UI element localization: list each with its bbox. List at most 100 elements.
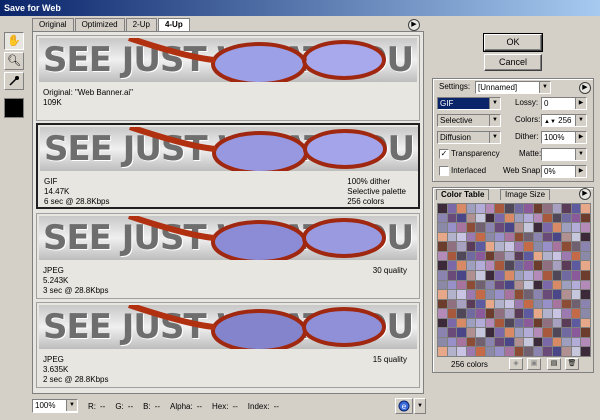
color-swatch[interactable] (504, 261, 514, 270)
color-swatch[interactable] (533, 328, 543, 337)
color-swatch[interactable] (571, 337, 581, 347)
color-swatch[interactable] (504, 204, 514, 213)
dither-algorithm-select[interactable]: Diffusion ▼ (437, 131, 501, 144)
color-swatch[interactable] (552, 328, 562, 337)
color-swatch[interactable] (533, 261, 543, 270)
color-swatch[interactable] (447, 223, 457, 232)
dither-field[interactable]: 100% ▶ (541, 131, 587, 144)
color-swatch[interactable] (457, 232, 466, 242)
color-swatch[interactable] (476, 213, 485, 223)
color-swatch[interactable] (457, 223, 466, 232)
color-swatch[interactable] (476, 280, 485, 290)
color-swatch[interactable] (524, 232, 533, 242)
color-swatch[interactable] (476, 318, 485, 328)
color-swatch[interactable] (485, 204, 495, 213)
color-swatch[interactable] (571, 242, 581, 251)
color-swatch[interactable] (504, 318, 514, 328)
color-swatch[interactable] (533, 223, 543, 232)
preview-pane-jpeg-30[interactable]: SEE JUST WHAT YOU'RE MISSING JPEG 5.243K… (36, 213, 420, 299)
color-swatch[interactable] (476, 204, 485, 213)
tab-color-table[interactable]: Color Table (436, 189, 490, 200)
color-swatch[interactable] (524, 328, 533, 337)
hand-tool-button[interactable]: ✋ (4, 32, 24, 50)
color-swatch[interactable] (438, 290, 447, 299)
color-swatch[interactable] (466, 204, 476, 213)
color-swatch[interactable] (533, 204, 543, 213)
color-swatch[interactable] (562, 347, 571, 356)
color-swatch[interactable] (495, 337, 504, 347)
color-swatch[interactable] (438, 251, 447, 261)
color-swatch[interactable] (466, 261, 476, 270)
color-swatch[interactable] (495, 280, 504, 290)
color-swatch[interactable] (581, 270, 590, 280)
lock-color-button[interactable]: ▣ (527, 358, 541, 370)
settings-menu-button[interactable]: ▶ (579, 82, 591, 94)
color-swatch[interactable] (447, 328, 457, 337)
color-swatch[interactable] (466, 309, 476, 318)
color-swatch[interactable] (457, 347, 466, 356)
color-swatch[interactable] (552, 232, 562, 242)
color-swatch[interactable] (581, 299, 590, 309)
color-swatch[interactable] (485, 280, 495, 290)
color-swatch[interactable] (543, 347, 552, 356)
color-swatch[interactable] (543, 318, 552, 328)
tab-image-size[interactable]: Image Size (500, 189, 551, 200)
color-swatch[interactable] (571, 223, 581, 232)
preview-in-browser-button[interactable]: e (395, 398, 413, 414)
color-swatch[interactable] (438, 328, 447, 337)
color-swatch[interactable] (533, 309, 543, 318)
color-swatch[interactable] (466, 232, 476, 242)
color-swatch[interactable] (571, 270, 581, 280)
color-swatch[interactable] (438, 309, 447, 318)
color-swatch[interactable] (457, 213, 466, 223)
color-swatch[interactable] (457, 280, 466, 290)
color-swatch[interactable] (571, 261, 581, 270)
preview-menu-button[interactable]: ▶ (408, 19, 420, 31)
eyedropper-color-swatch[interactable] (4, 98, 24, 118)
color-swatch[interactable] (581, 318, 590, 328)
color-swatch[interactable] (571, 328, 581, 337)
new-color-button[interactable]: ▤ (547, 358, 561, 370)
color-swatch[interactable] (495, 290, 504, 299)
color-swatch[interactable] (457, 290, 466, 299)
color-swatch[interactable] (438, 232, 447, 242)
color-swatch[interactable] (447, 299, 457, 309)
color-swatch[interactable] (543, 204, 552, 213)
color-swatch[interactable] (504, 337, 514, 347)
color-swatch[interactable] (438, 299, 447, 309)
matte-select[interactable]: ▼ (541, 148, 587, 161)
color-swatch[interactable] (457, 318, 466, 328)
color-swatch[interactable] (552, 270, 562, 280)
color-swatch[interactable] (447, 213, 457, 223)
color-swatch[interactable] (514, 328, 524, 337)
browser-menu-button[interactable]: ▼ (414, 398, 426, 414)
color-swatch[interactable] (466, 223, 476, 232)
color-swatch[interactable] (552, 261, 562, 270)
color-swatch[interactable] (581, 242, 590, 251)
color-swatch[interactable] (552, 299, 562, 309)
color-swatch[interactable] (552, 242, 562, 251)
color-swatch[interactable] (485, 290, 495, 299)
color-swatch[interactable] (466, 347, 476, 356)
color-swatch[interactable] (457, 242, 466, 251)
color-swatch[interactable] (447, 251, 457, 261)
color-swatch[interactable] (524, 309, 533, 318)
color-swatch[interactable] (543, 242, 552, 251)
color-swatch[interactable] (485, 232, 495, 242)
color-swatch[interactable] (543, 309, 552, 318)
color-table-menu-button[interactable]: ▶ (579, 188, 591, 200)
color-swatch[interactable] (504, 223, 514, 232)
color-swatch[interactable] (447, 270, 457, 280)
color-swatch[interactable] (524, 270, 533, 280)
color-swatch[interactable] (562, 251, 571, 261)
color-swatch[interactable] (552, 223, 562, 232)
color-swatch[interactable] (495, 223, 504, 232)
color-swatch[interactable] (514, 347, 524, 356)
color-swatch[interactable] (495, 347, 504, 356)
color-swatch[interactable] (495, 261, 504, 270)
color-swatch[interactable] (524, 290, 533, 299)
color-swatch[interactable] (552, 337, 562, 347)
lossy-field[interactable]: 0 ▶ (541, 97, 587, 110)
color-swatch[interactable] (562, 299, 571, 309)
color-swatch[interactable] (485, 223, 495, 232)
